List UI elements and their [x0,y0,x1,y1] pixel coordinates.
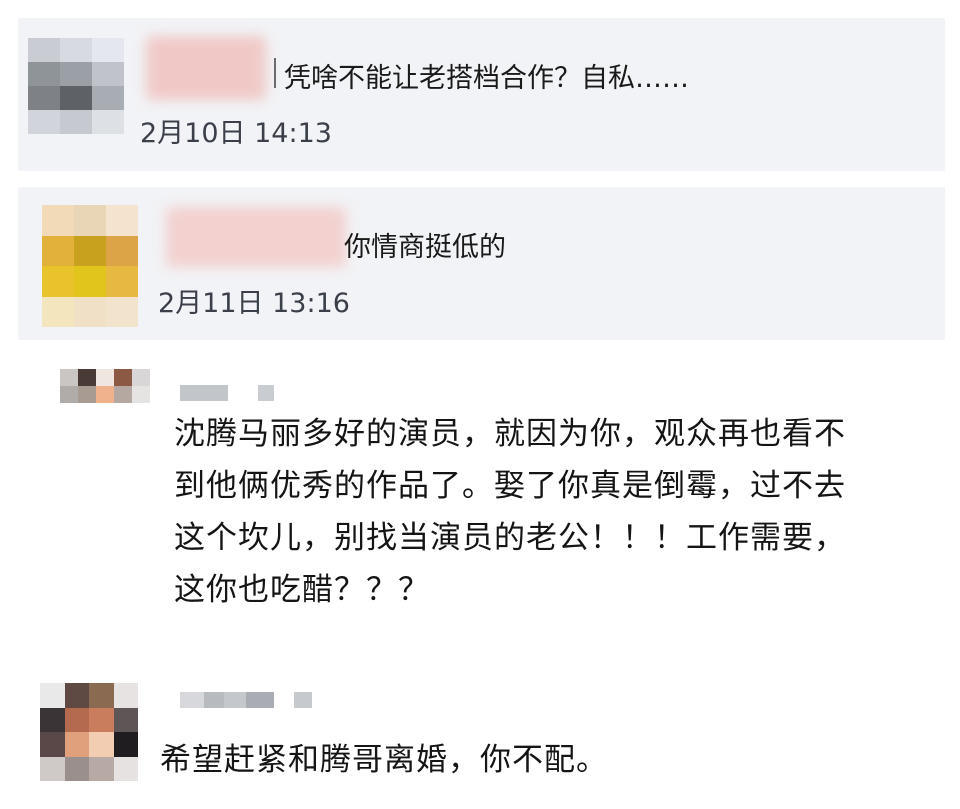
username-blurred[interactable] [166,207,346,267]
comment-line: 沈腾马丽多好的演员，就因为你，观众再也看不 [174,416,846,452]
comment-line: 这个坎儿，别找当演员的老公！！！工作需要， [174,520,846,556]
comment-text: 凭啥不能让老搭档合作？自私…… [284,63,689,94]
username-blurred[interactable] [146,36,266,100]
comment-card-1: 凭啥不能让老搭档合作？自私…… 2月10日 14:13 [18,18,945,171]
comment-line: 到他俩优秀的作品了。娶了你真是倒霉，过不去 [174,468,846,504]
avatar[interactable] [28,38,124,134]
username-blurred[interactable] [180,692,312,708]
avatar[interactable] [42,205,138,327]
avatar[interactable] [60,369,150,403]
avatar[interactable] [40,683,138,781]
comment-text: 希望赶紧和腾哥离婚，你不配。 [160,742,608,778]
comment-time: 2月10日 14:13 [140,118,332,149]
comment-line: 这你也吃醋？？？ [174,572,430,608]
text-caret [274,58,276,88]
comment-card-2: 你情商挺低的 2月11日 13:16 [18,187,945,340]
comment-time: 2月11日 13:16 [158,288,350,319]
comment-text: 你情商挺低的 [344,232,506,263]
comment-text: 沈腾马丽多好的演员，就因为你，观众再也看不 到他俩优秀的作品了。娶了你真是倒霉，… [174,408,846,616]
username-blurred[interactable] [180,385,274,401]
